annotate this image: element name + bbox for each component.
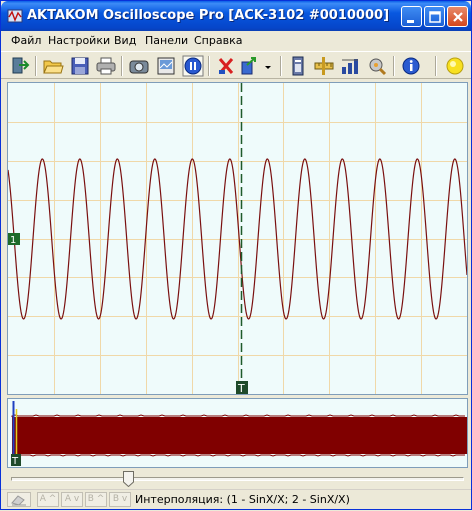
interpolation-status: Интерполяция: (1 - SinX/X; 2 - SinX/X) xyxy=(135,493,350,506)
snapshot-icon xyxy=(157,57,175,75)
toolbar xyxy=(1,51,471,79)
menu-panels[interactable]: Панели xyxy=(145,34,188,47)
info-panel-button[interactable] xyxy=(287,55,309,77)
overview-strip[interactable]: T xyxy=(7,398,468,468)
oscilloscope-display[interactable]: 1T xyxy=(7,82,468,395)
pause-button[interactable] xyxy=(182,55,204,77)
status-lamp-icon xyxy=(446,57,464,75)
slider-thumb[interactable] xyxy=(123,471,134,487)
export-button[interactable] xyxy=(239,55,261,77)
minimize-button[interactable] xyxy=(401,6,422,27)
exit-button[interactable] xyxy=(9,55,31,77)
menu-settings[interactable]: Настройки xyxy=(48,34,110,47)
delete-button[interactable] xyxy=(215,55,237,77)
toolbar-separator xyxy=(435,56,437,76)
menu-bar: Файл Настройки Вид Панели Справка xyxy=(1,31,471,50)
export-icon xyxy=(241,57,256,75)
menu-file[interactable]: Файл xyxy=(11,34,41,47)
toolbar-separator xyxy=(208,56,210,76)
measure-button[interactable] xyxy=(340,55,362,77)
channel-marker-label: 1 xyxy=(10,235,16,246)
overview-edge-top xyxy=(11,414,465,417)
overview-waveform xyxy=(12,417,467,454)
snapshot-button[interactable] xyxy=(155,55,177,77)
menu-help[interactable]: Справка xyxy=(194,34,242,47)
eraser-icon xyxy=(11,495,26,506)
calibrate-icon xyxy=(369,58,387,76)
cursor-tool-button[interactable] xyxy=(7,492,31,507)
status-lamp xyxy=(444,55,466,77)
open-button[interactable] xyxy=(42,55,64,77)
cursor-b-down-button[interactable]: B v xyxy=(109,492,131,507)
toolbar-separator xyxy=(280,56,282,76)
minimize-icon xyxy=(407,20,414,23)
cursor-a-up-button[interactable]: A ^ xyxy=(37,492,59,507)
app-window: AKTAKOM Oscilloscope Pro [ACK-3102 #0010… xyxy=(0,0,472,510)
print-button[interactable] xyxy=(95,55,117,77)
about-button[interactable] xyxy=(400,55,422,77)
maximize-button[interactable] xyxy=(424,6,445,27)
status-bar: A ^ A v B ^ B v Интерполяция: (1 - SinX/… xyxy=(1,489,471,509)
about-icon xyxy=(402,57,420,75)
close-icon xyxy=(453,12,463,22)
camera-button[interactable] xyxy=(128,55,150,77)
slider-track[interactable] xyxy=(11,477,464,481)
close-button[interactable] xyxy=(447,6,468,27)
open-folder-icon xyxy=(43,60,64,74)
cursor-a-down-button[interactable]: A v xyxy=(61,492,83,507)
ruler-icon xyxy=(314,57,334,75)
delete-icon xyxy=(218,58,234,74)
info-panel-icon xyxy=(292,56,304,76)
overview-plot[interactable]: T xyxy=(8,399,467,467)
maximize-icon xyxy=(429,11,441,23)
camera-icon xyxy=(129,60,149,74)
measure-icon xyxy=(342,59,358,74)
toolbar-separator xyxy=(121,56,123,76)
title-bar[interactable]: AKTAKOM Oscilloscope Pro [ACK-3102 #0010… xyxy=(1,1,471,31)
toolbar-separator xyxy=(393,56,395,76)
position-slider[interactable] xyxy=(7,471,468,487)
overview-trigger-label: T xyxy=(11,456,19,467)
cursor-b-up-button[interactable]: B ^ xyxy=(85,492,107,507)
waveform-plot[interactable]: 1T xyxy=(8,83,467,394)
menu-view[interactable]: Вид xyxy=(114,34,136,47)
save-button[interactable] xyxy=(69,55,91,77)
chevron-down-icon xyxy=(265,66,271,69)
print-icon xyxy=(96,57,116,75)
pause-icon xyxy=(182,55,204,77)
export-dropdown[interactable] xyxy=(261,55,275,77)
trigger-marker-label: T xyxy=(237,382,245,394)
ruler-button[interactable] xyxy=(313,55,335,77)
exit-icon xyxy=(12,57,30,74)
app-icon[interactable] xyxy=(7,8,23,24)
overview-edge-bottom xyxy=(11,454,465,457)
toolbar-separator xyxy=(35,56,37,76)
window-title: AKTAKOM Oscilloscope Pro [ACK-3102 #0010… xyxy=(27,8,390,23)
save-icon xyxy=(71,57,89,75)
calibrate-button[interactable] xyxy=(366,55,388,77)
